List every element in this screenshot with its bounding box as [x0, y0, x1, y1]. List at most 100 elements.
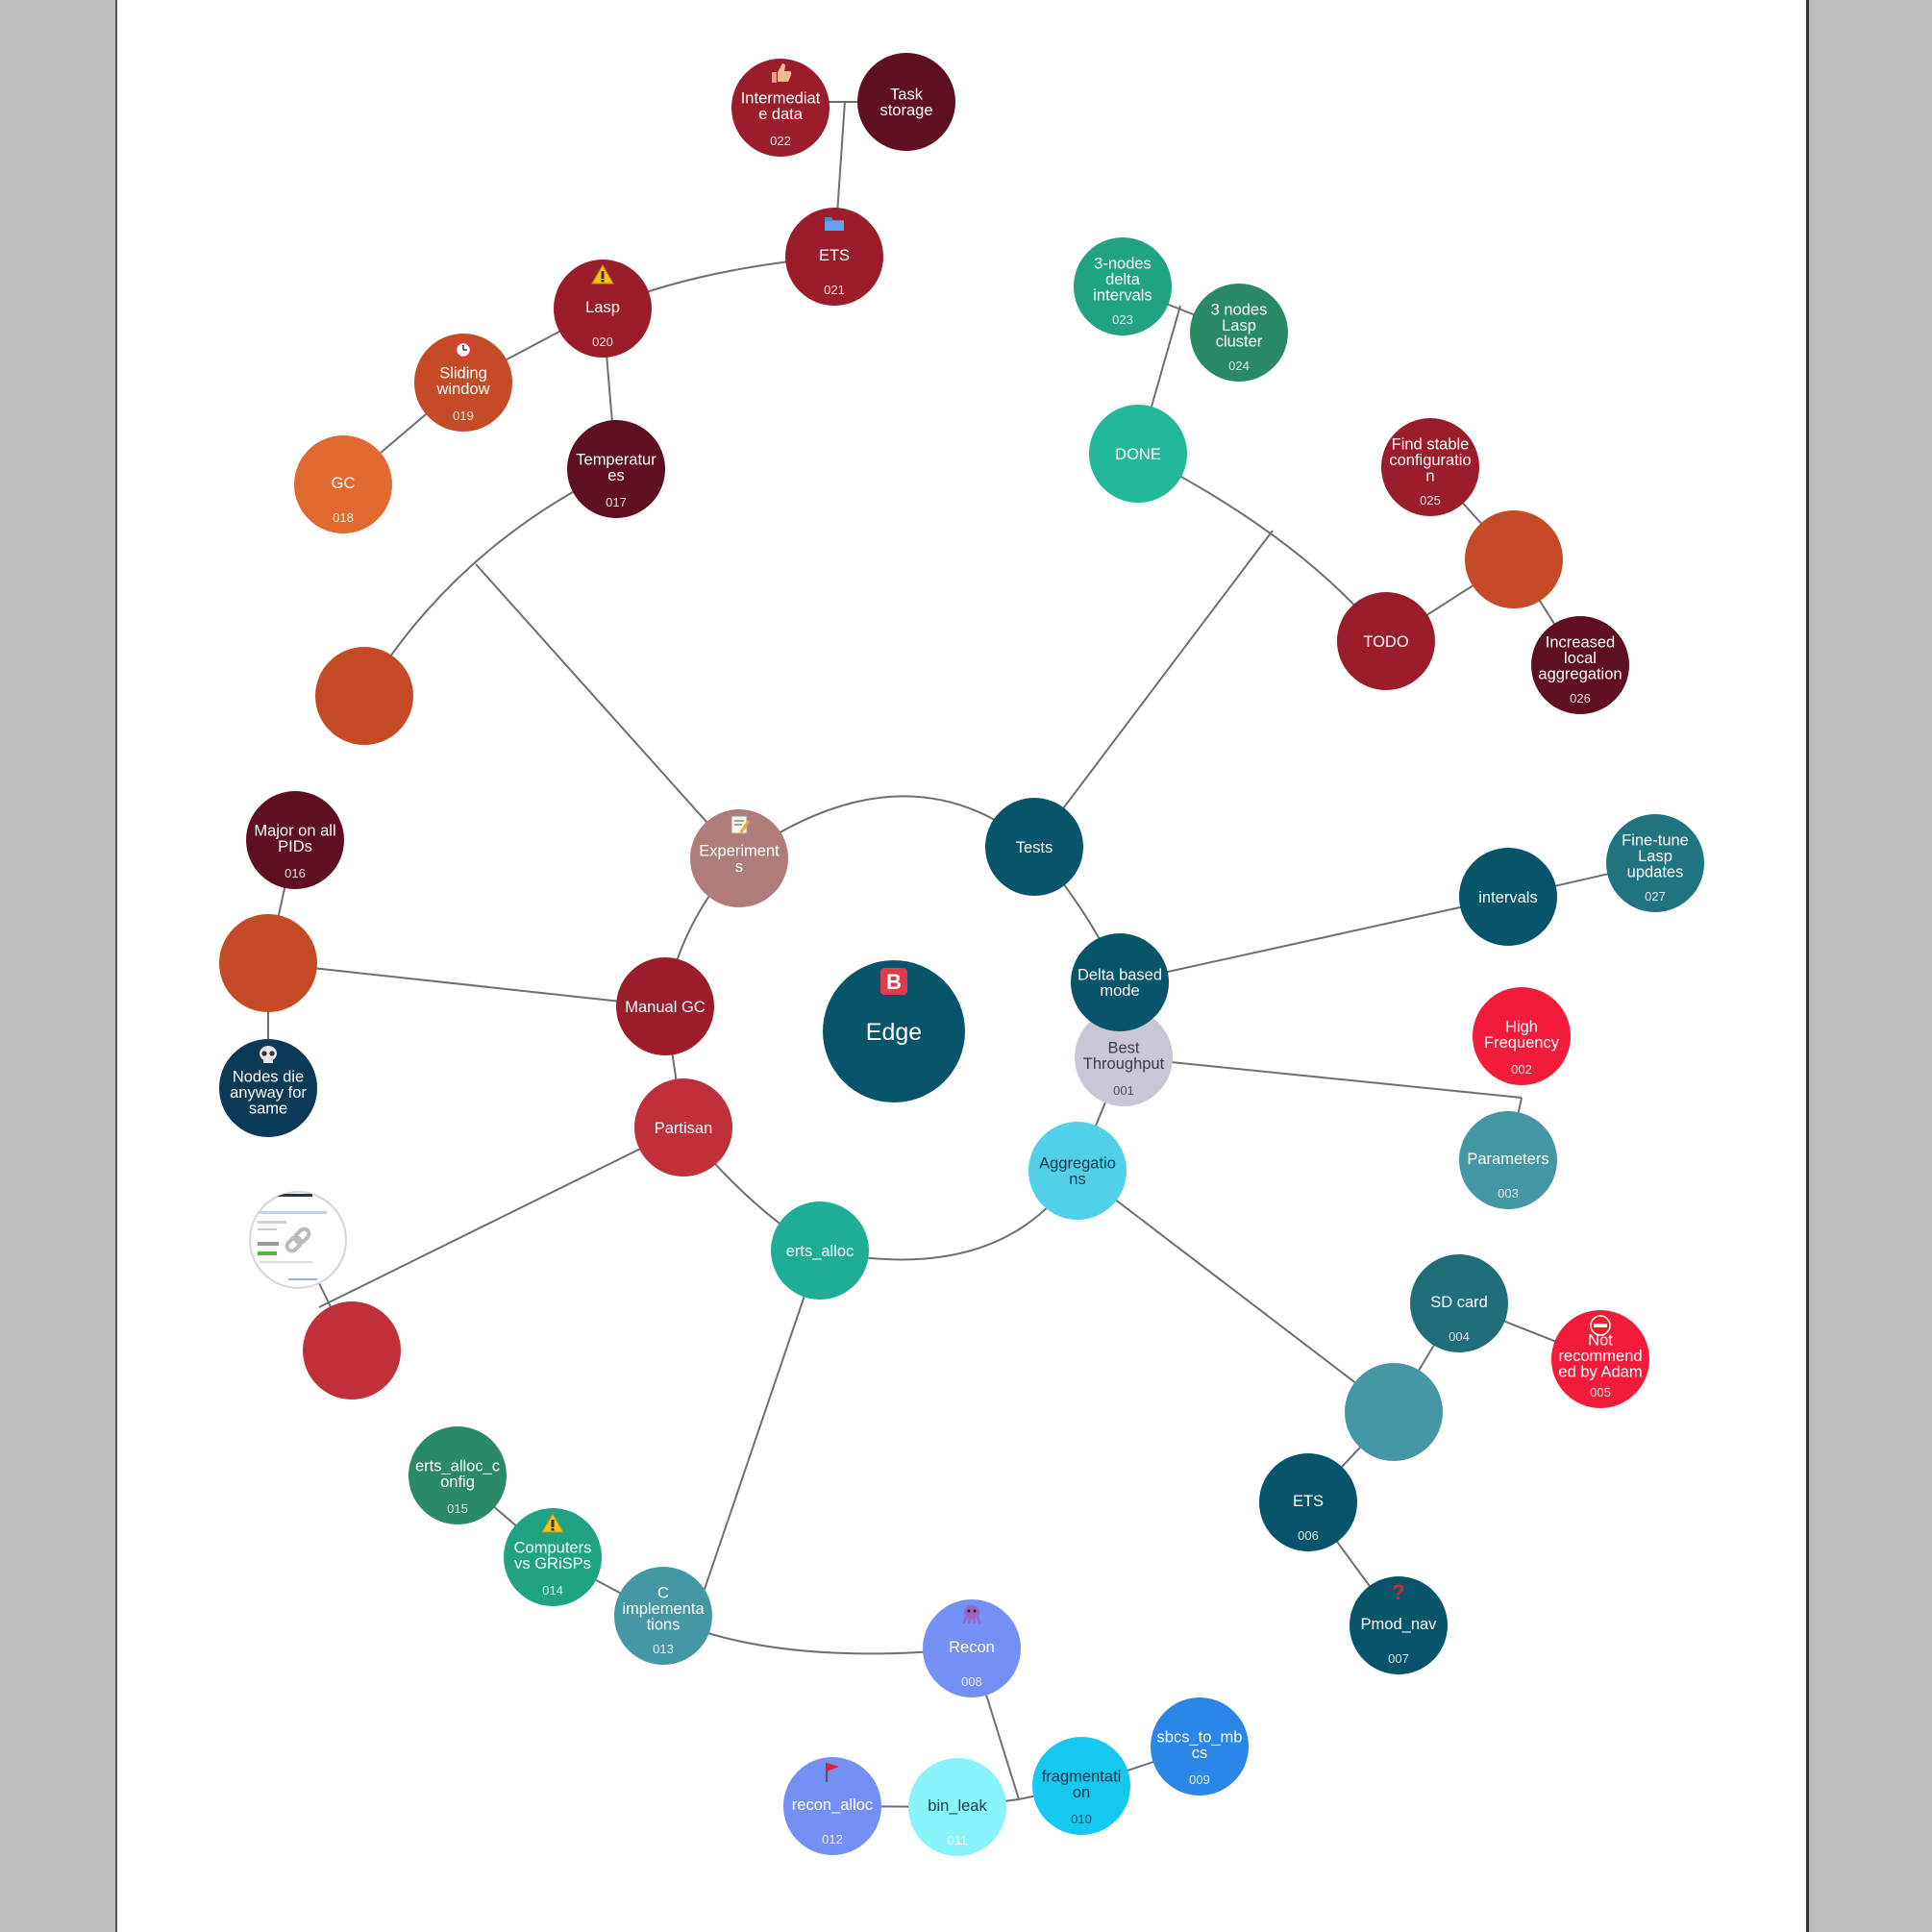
node-nodes-lasp-cluster[interactable]: 3 nodes Lasp cluster 024 — [1190, 284, 1288, 382]
node-ets-006[interactable]: ETS 006 — [1259, 1453, 1357, 1551]
node-label-line: on — [1073, 1784, 1090, 1801]
node-label-line: SD card — [1430, 1294, 1488, 1311]
node-label-line: tions — [647, 1616, 681, 1633]
node-aggregations[interactable]: Aggregatio ns — [1028, 1122, 1127, 1220]
topic-nodes: B Edge Experiment s Tests Manual GC Partisan er… — [219, 53, 1704, 1856]
node-label-line: GC — [332, 475, 356, 492]
node-tests[interactable]: Tests — [985, 798, 1083, 896]
node-number: 016 — [285, 866, 306, 880]
connector-line — [1119, 896, 1509, 983]
node-increased-local-aggregation[interactable]: Increased local aggregation 026 — [1531, 616, 1629, 714]
node-label-line: Aggregatio — [1039, 1155, 1116, 1173]
node-label: Recon — [949, 1639, 995, 1656]
mind-map-canvas: B Edge Experiment s Tests Manual GC Partisan er… — [115, 0, 1809, 1932]
node-experiments-hub[interactable] — [315, 647, 413, 745]
node-intermediate-data[interactable]: Intermediat e data 022 — [731, 59, 830, 157]
node-gc[interactable]: GC 018 — [294, 435, 392, 533]
node-find-stable-configuration[interactable]: Find stable configuratio n 025 — [1381, 418, 1479, 516]
node-sbcs-to-mbcs[interactable]: sbcs_to_mb cs 009 — [1151, 1697, 1249, 1796]
node-partisan[interactable]: Partisan — [634, 1078, 732, 1177]
question-icon: ? — [1392, 1580, 1404, 1604]
node-nodes-delta-intervals[interactable]: 3-nodes delta intervals 023 — [1074, 237, 1172, 335]
node-manual-gc-hub[interactable] — [219, 914, 317, 1012]
node-computers-vs-grisps[interactable]: Computers vs GRiSPs 014 — [504, 1508, 602, 1606]
node-number: 017 — [606, 495, 627, 509]
node-recon[interactable]: Recon 008 — [923, 1599, 1021, 1697]
node-major-on-all-pids[interactable]: Major on all PIDs 016 — [246, 791, 344, 889]
node-label-line: Delta based — [1077, 967, 1162, 984]
node-partisan-screenshot[interactable] — [249, 1191, 347, 1289]
node-c-implementations[interactable]: Cimplementa tions 013 — [614, 1567, 712, 1665]
node-delta-based-mode[interactable]: Delta based mode — [1071, 933, 1169, 1031]
node-sliding-window[interactable]: Sliding window 019 — [414, 334, 512, 432]
connector-line — [475, 563, 740, 859]
node-label-line: mode — [1100, 982, 1139, 1000]
node-label: SD card — [1430, 1294, 1488, 1311]
node-label: ETS — [819, 247, 850, 264]
node-temperatures[interactable]: Temperatur es 017 — [567, 420, 665, 518]
node-experiments[interactable]: Experiment s — [690, 809, 788, 907]
node-number: 024 — [1228, 359, 1250, 373]
node-task-storage[interactable]: Task storage — [857, 53, 955, 151]
node-todo[interactable]: TODO — [1337, 592, 1435, 690]
node-number: 004 — [1449, 1329, 1470, 1344]
node-erts-alloc[interactable]: erts_alloc — [771, 1201, 869, 1300]
node-number: 006 — [1298, 1528, 1319, 1543]
node-number: 012 — [822, 1832, 843, 1846]
svg-text:?: ? — [1392, 1580, 1404, 1604]
node-number: 007 — [1388, 1651, 1409, 1666]
node-label: ETS — [1293, 1493, 1324, 1510]
node-label-line: Recon — [949, 1639, 995, 1656]
node-label-line: erts_alloc — [786, 1243, 855, 1260]
node-label-line: 3 nodes — [1211, 301, 1268, 318]
node-number: 023 — [1112, 312, 1133, 327]
node-label: DONE — [1115, 446, 1161, 463]
node-label-line: Temperatur — [576, 452, 656, 469]
node-label: GC — [332, 475, 356, 492]
node-parameters[interactable]: Parameters 003 — [1459, 1111, 1557, 1209]
node-bin-leak[interactable]: bin_leak 011 — [908, 1758, 1006, 1856]
node-lasp[interactable]: Lasp 020 — [554, 260, 652, 358]
node-root[interactable]: B Edge — [823, 960, 965, 1102]
node-label: Parameters — [1467, 1151, 1548, 1168]
node-label-line: anyway for — [230, 1084, 307, 1102]
node-label-line: bin_leak — [928, 1797, 987, 1815]
node-nodes-die-anyway[interactable]: Nodes die anyway for same — [219, 1039, 317, 1137]
node-number: 019 — [453, 409, 474, 423]
node-label-line: implementa — [622, 1600, 705, 1618]
node-intervals[interactable]: intervals — [1459, 848, 1557, 946]
node-not-recommended[interactable]: Not recommend ed by Adam 005 — [1551, 1310, 1649, 1408]
node-label-line: vs GRiSPs — [514, 1555, 591, 1573]
node-pmod-nav[interactable]: ? Pmod_nav 007 — [1350, 1576, 1448, 1674]
node-todo-hub[interactable] — [1465, 510, 1563, 608]
node-high-frequency[interactable]: High Frequency 002 — [1473, 987, 1571, 1085]
node-label-line: cluster — [1216, 333, 1263, 350]
node-aggregations-hub[interactable] — [1345, 1363, 1443, 1461]
node-label: Partisan — [655, 1120, 713, 1137]
alarm-clock-icon — [454, 339, 473, 359]
node-label-line: Increased — [1546, 633, 1615, 651]
brand-b-icon: B — [880, 968, 907, 995]
node-label-line: e data — [758, 106, 804, 123]
node-sd-card[interactable]: SD card 004 — [1410, 1254, 1508, 1352]
node-done[interactable]: DONE — [1089, 405, 1187, 503]
node-number: 013 — [653, 1642, 674, 1656]
node-recon-alloc[interactable]: recon_alloc 012 — [783, 1757, 881, 1855]
connector-line — [1033, 530, 1274, 848]
node-label-line: window — [435, 381, 489, 398]
node-number: 022 — [770, 134, 791, 148]
node-manual-gc[interactable]: Manual GC — [616, 957, 714, 1055]
node-label-line: Pmod_nav — [1361, 1616, 1438, 1633]
node-partisan-hub[interactable] — [303, 1301, 401, 1399]
node-fine-tune-lasp-updates[interactable]: Fine-tune Lasp updates 027 — [1606, 814, 1704, 912]
node-label-line: es — [607, 467, 624, 484]
node-ets-021[interactable]: ETS 021 — [785, 208, 883, 306]
node-label-line: Major on all — [254, 823, 335, 840]
node-fragmentation[interactable]: fragmentati on 010 — [1032, 1737, 1130, 1835]
node-circle — [1465, 510, 1563, 608]
memo-icon — [731, 815, 751, 834]
node-erts-alloc-config[interactable]: erts_alloc_c onfig 015 — [409, 1426, 507, 1524]
node-label-line: Find stable — [1392, 435, 1470, 453]
node-label-line: Sliding — [439, 365, 487, 383]
node-label-line: Intermediat — [741, 90, 821, 108]
